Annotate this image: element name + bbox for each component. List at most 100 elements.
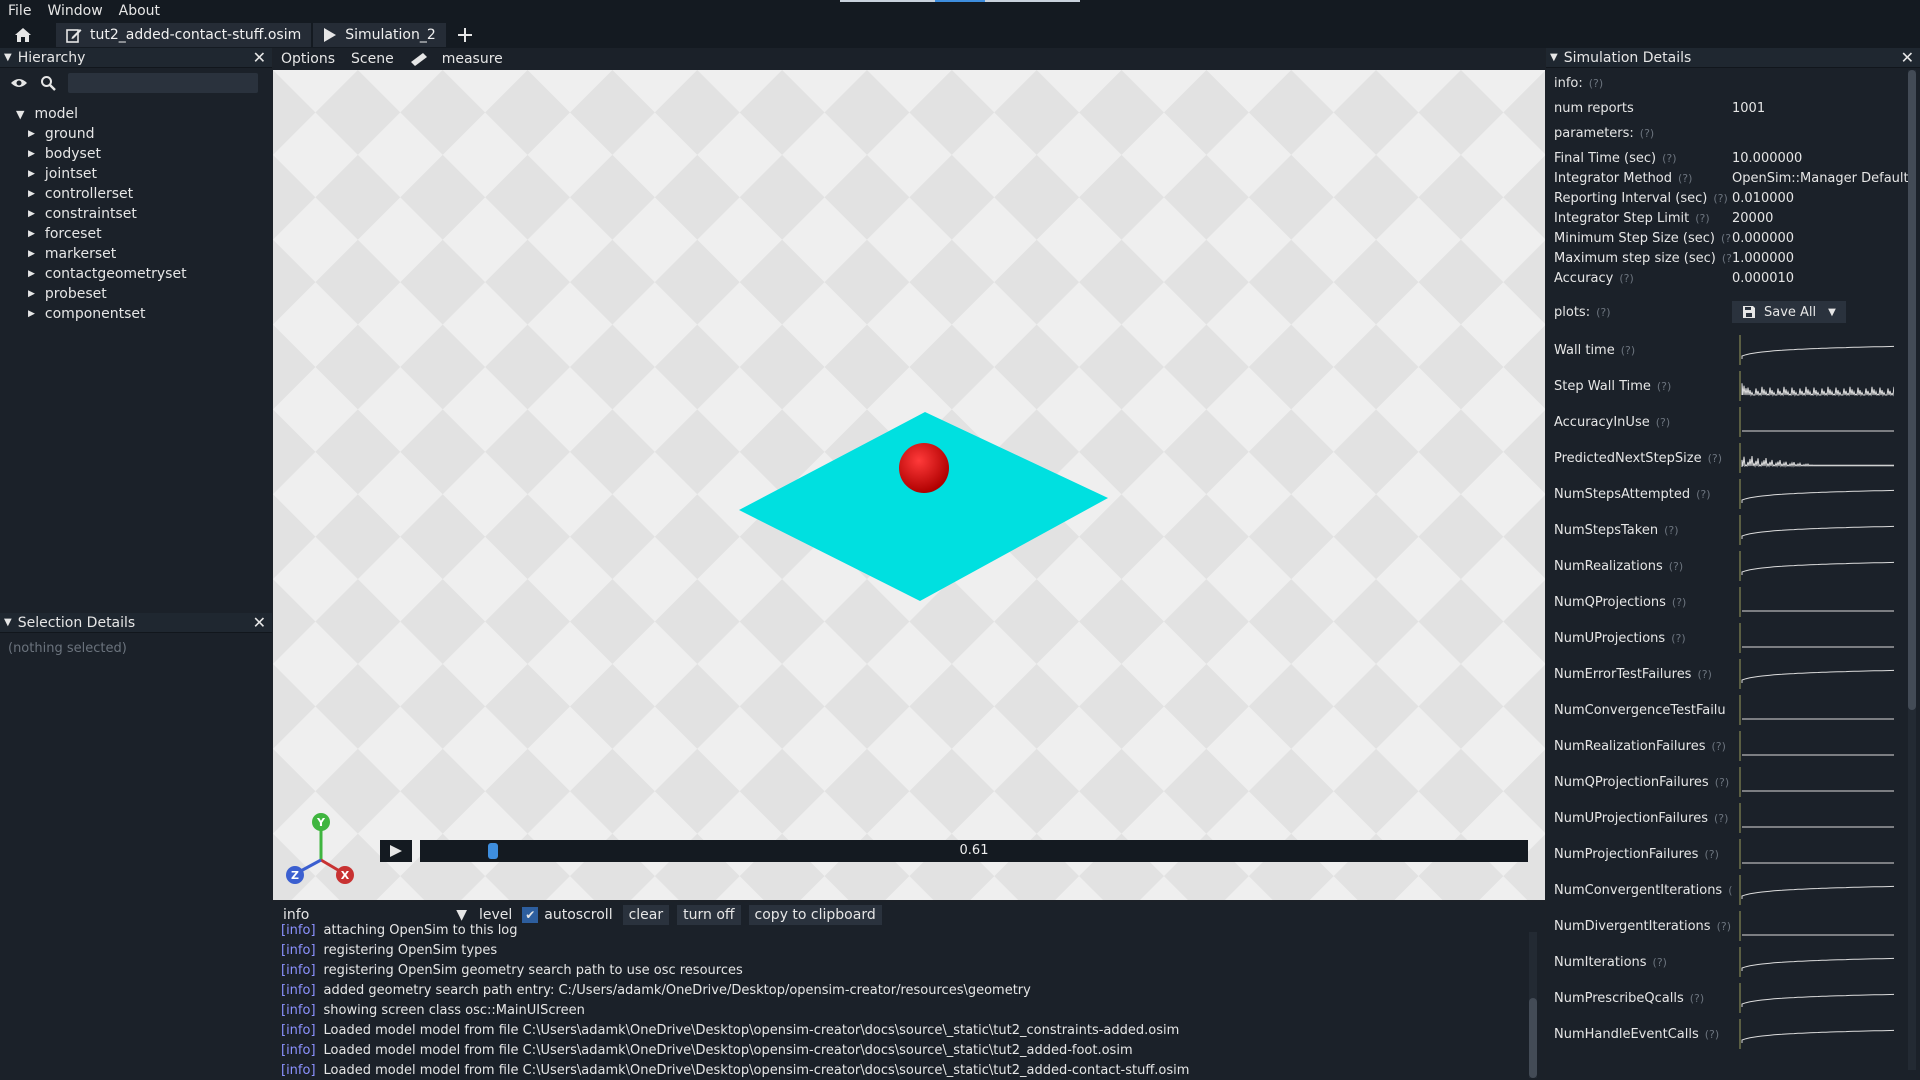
help-marker[interactable]: (?) — [1715, 776, 1729, 789]
sparkline-plot[interactable] — [1732, 875, 1894, 905]
eye-icon[interactable] — [10, 77, 28, 89]
log-scrollbar-thumb[interactable] — [1529, 998, 1537, 1078]
play-button[interactable] — [380, 840, 412, 862]
sparkline-plot[interactable] — [1732, 515, 1894, 545]
sparkline-plot[interactable] — [1732, 587, 1894, 617]
help-marker[interactable]: (?) — [1705, 1028, 1719, 1041]
tree-node-constraintset[interactable]: ▶ constraintset — [16, 204, 272, 224]
sparkline-plot[interactable] — [1732, 371, 1894, 401]
collapse-icon[interactable]: ▼ — [4, 617, 12, 628]
help-marker[interactable]: (?) — [1619, 272, 1633, 285]
sparkline-plot[interactable] — [1732, 695, 1894, 725]
plot-label: Wall time — [1554, 342, 1615, 358]
turn-off-button[interactable]: turn off — [677, 905, 741, 925]
hierarchy-title: Hierarchy — [17, 49, 86, 66]
sim-scrollbar-thumb[interactable] — [1908, 70, 1916, 710]
help-marker[interactable]: (?) — [1657, 380, 1671, 393]
sparkline-plot[interactable] — [1732, 335, 1894, 365]
sim-scrollbar[interactable] — [1908, 70, 1916, 1070]
options-menu[interactable]: Options — [273, 51, 343, 67]
search-input[interactable] — [68, 73, 258, 93]
help-marker[interactable]: (?) — [1653, 956, 1667, 969]
help-marker[interactable]: (?) — [1708, 452, 1722, 465]
help-marker[interactable]: (?) — [1713, 192, 1727, 205]
sparkline-plot[interactable] — [1732, 551, 1894, 581]
sparkline-plot[interactable] — [1732, 479, 1894, 509]
help-marker[interactable]: (?) — [1596, 306, 1610, 319]
search-icon[interactable] — [40, 75, 56, 91]
help-marker[interactable]: (?) — [1695, 212, 1709, 225]
sparkline-plot[interactable] — [1732, 767, 1894, 797]
help-marker[interactable]: (?) — [1640, 127, 1654, 140]
tree-node-bodyset[interactable]: ▶ bodyset — [16, 144, 272, 164]
scene-menu[interactable]: Scene — [343, 51, 402, 67]
log-message: Loaded model model from file C:\Users\ad… — [323, 1062, 1190, 1078]
measure-label: measure — [441, 51, 503, 67]
sparkline-plot[interactable] — [1732, 911, 1894, 941]
autoscroll-checkbox[interactable]: ✔ — [522, 907, 539, 923]
tab-model-file[interactable]: tut2_added-contact-stuff.osim — [56, 23, 312, 47]
log-line: [info] Loaded model model from file C:\Us… — [281, 1020, 1545, 1040]
tab-home[interactable] — [0, 23, 54, 47]
parameters-list: Final Time (sec) (?) 10.000000 Integrator M… — [1554, 148, 1912, 288]
measure-button[interactable]: measure — [402, 51, 519, 67]
menu-window[interactable]: Window — [39, 3, 110, 19]
sparkline-plot[interactable] — [1732, 803, 1894, 833]
help-marker[interactable]: (?) — [1589, 77, 1603, 90]
menu-about[interactable]: About — [111, 3, 168, 19]
help-marker[interactable]: (?) — [1662, 152, 1676, 165]
collapse-icon[interactable]: ▼ — [4, 52, 12, 63]
sparkline-plot[interactable] — [1732, 443, 1894, 473]
help-marker[interactable]: (?) — [1671, 632, 1685, 645]
sparkline-plot[interactable] — [1732, 947, 1894, 977]
sparkline-plot[interactable] — [1732, 731, 1894, 761]
tree-node-model[interactable]: ▼ model — [16, 104, 272, 124]
help-marker[interactable]: (?) — [1712, 740, 1726, 753]
tree-node-contactgeometryset[interactable]: ▶ contactgeometryset — [16, 264, 272, 284]
log-level-select[interactable]: info ▼ — [283, 907, 473, 923]
help-marker[interactable]: (?) — [1678, 172, 1692, 185]
help-marker[interactable]: (?) — [1664, 524, 1678, 537]
tree-node-probeset[interactable]: ▶ probeset — [16, 284, 272, 304]
help-marker[interactable]: (?) — [1669, 560, 1683, 573]
tree-node-markerset[interactable]: ▶ markerset — [16, 244, 272, 264]
help-marker[interactable]: (?) — [1672, 596, 1686, 609]
clear-button[interactable]: clear — [622, 905, 670, 925]
3d-viewport[interactable] — [273, 48, 1545, 900]
plot-row: AccuracyInUse (?) — [1554, 404, 1912, 440]
close-icon[interactable]: ✕ — [253, 48, 266, 67]
tab-simulation[interactable]: Simulation_2 — [313, 23, 446, 47]
sparkline-plot[interactable] — [1732, 623, 1894, 653]
help-marker[interactable]: (?) — [1722, 252, 1732, 265]
tree-node-controllerset[interactable]: ▶ controllerset — [16, 184, 272, 204]
help-marker[interactable]: (?) — [1696, 488, 1710, 501]
help-marker[interactable]: (?) — [1656, 416, 1670, 429]
sparkline-plot[interactable] — [1732, 983, 1894, 1013]
plot-label-wrap: NumQProjectionFailures (?) — [1554, 775, 1732, 790]
help-marker[interactable]: (?) — [1621, 344, 1635, 357]
sparkline-plot[interactable] — [1732, 839, 1894, 869]
tree-node-forceset[interactable]: ▶ forceset — [16, 224, 272, 244]
sparkline-plot[interactable] — [1732, 407, 1894, 437]
add-tab-button[interactable] — [448, 23, 490, 47]
close-icon[interactable]: ✕ — [253, 613, 266, 632]
help-marker[interactable]: (?) — [1704, 848, 1718, 861]
tree-node-jointset[interactable]: ▶ jointset — [16, 164, 272, 184]
help-marker[interactable]: (?) — [1690, 992, 1704, 1005]
time-scrubber[interactable]: 0.61 — [420, 840, 1528, 862]
collapse-icon[interactable]: ▼ — [1550, 52, 1558, 63]
plot-line — [1741, 993, 1894, 1007]
help-marker[interactable]: (?) — [1697, 668, 1711, 681]
help-marker[interactable]: (?) — [1717, 920, 1731, 933]
log-scrollbar[interactable] — [1529, 932, 1537, 1078]
tree-node-ground[interactable]: ▶ ground — [16, 124, 272, 144]
menu-file[interactable]: File — [0, 3, 39, 19]
copy-to-clipboard-button[interactable]: copy to clipboard — [748, 905, 882, 925]
tree-node-componentset[interactable]: ▶ componentset — [16, 304, 272, 324]
sparkline-plot[interactable] — [1732, 1019, 1894, 1049]
sparkline-plot[interactable] — [1732, 659, 1894, 689]
close-icon[interactable]: ✕ — [1901, 48, 1914, 67]
save-all-button[interactable]: Save All ▼ — [1732, 301, 1846, 323]
help-marker[interactable]: (?) — [1721, 232, 1732, 245]
help-marker[interactable]: (?) — [1714, 812, 1728, 825]
